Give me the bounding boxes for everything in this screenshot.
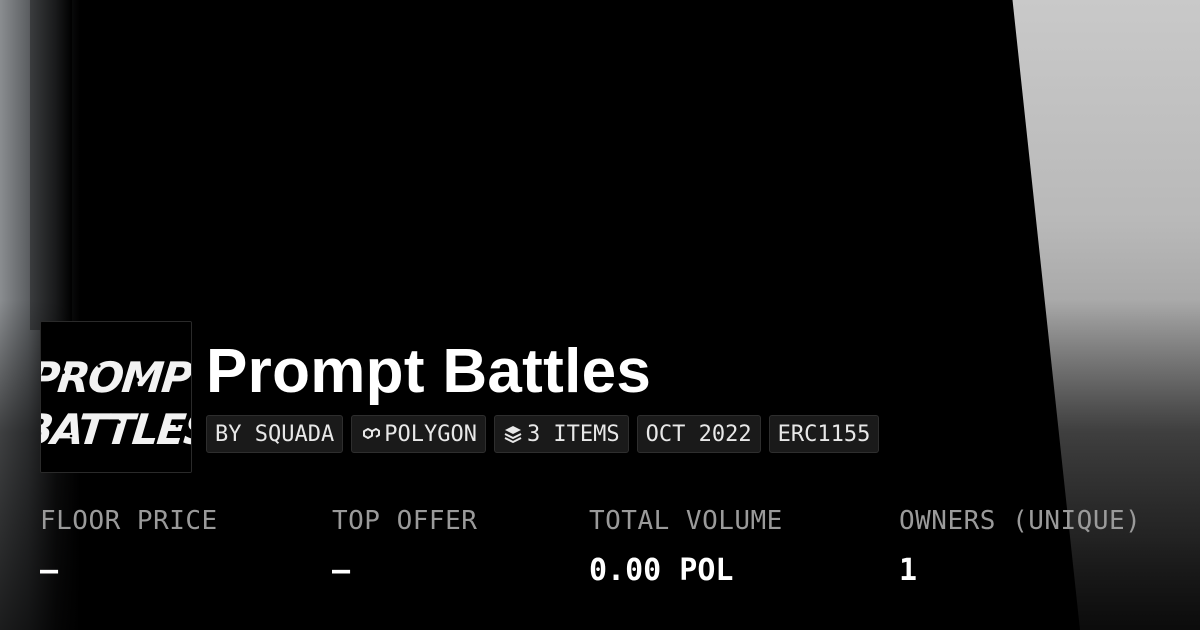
svg-text:PROMPT: PROMPT [41,353,191,402]
total-volume-value: 0.00 POL [589,553,734,588]
date-chip-label: OCT 2022 [645,421,752,447]
total-volume-label: TOTAL VOLUME [589,506,783,536]
floor-price-label: FLOOR PRICE [40,506,218,536]
floor-price-value: – [40,553,59,588]
date-chip: OCT 2022 [636,415,761,453]
chain-chip[interactable]: POLYGON [351,415,486,453]
svg-text:BATTLES: BATTLES [41,405,191,454]
owners-label: OWNERS (UNIQUE) [899,506,1142,536]
items-chip[interactable]: 3 ITEMS [493,415,629,453]
creator-chip[interactable]: BY SQUADA [206,415,344,453]
standard-chip: ERC1155 [768,415,880,453]
banner-left-shadow [30,0,72,330]
logo-artwork: PROMPT BATTLES [41,322,191,472]
top-offer-label: TOP OFFER [332,506,478,536]
items-chip-label: 3 ITEMS [526,421,620,447]
top-offer-stat: TOP OFFER – [332,500,477,594]
creator-chip-label: BY SQUADA [215,421,335,447]
collection-meta-chips: BY SQUADA POLYGON 3 ITEMS OCT 2022 ERC11… [206,415,880,453]
chain-chip-label: POLYGON [384,421,477,447]
polygon-link-icon [360,424,381,444]
layers-icon [503,424,523,444]
total-volume-stat: TOTAL VOLUME 0.00 POL [589,500,783,594]
owners-value: 1 [899,553,918,588]
collection-stats: FLOOR PRICE – TOP OFFER – TOTAL VOLUME 0… [40,500,1180,600]
collection-logo[interactable]: PROMPT BATTLES [40,321,192,473]
collection-card: PROMPT BATTLES Prompt Battles BY SQUADA [0,0,1200,630]
standard-chip-label: ERC1155 [777,421,871,447]
collection-title: Prompt Battles [206,337,652,406]
floor-price-stat: FLOOR PRICE – [40,500,218,594]
top-offer-value: – [332,553,351,588]
owners-stat: OWNERS (UNIQUE) 1 [899,500,1141,594]
